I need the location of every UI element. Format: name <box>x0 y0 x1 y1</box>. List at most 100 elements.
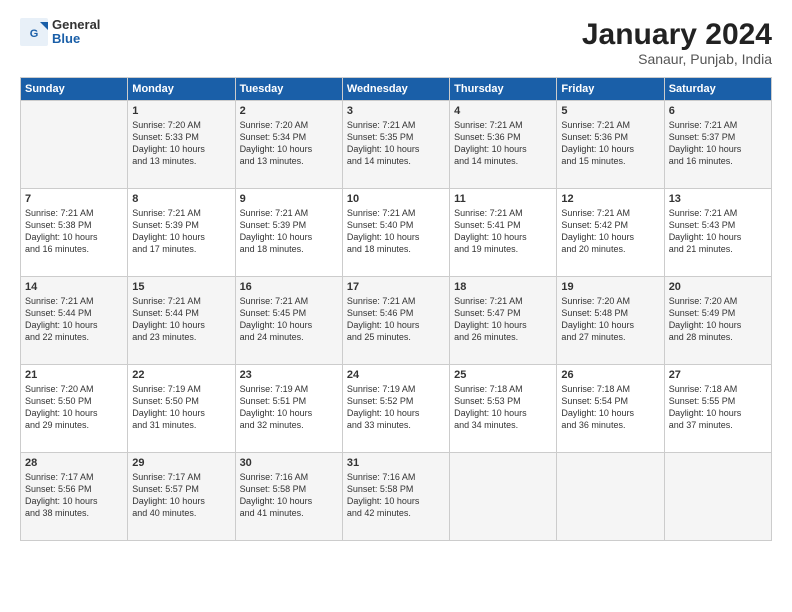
calendar-cell: 17 Sunrise: 7:21 AM Sunset: 5:46 PM Dayli… <box>342 277 449 365</box>
cell-content: Sunrise: 7:21 AM Sunset: 5:36 PM Dayligh… <box>561 119 659 168</box>
calendar-table: SundayMondayTuesdayWednesdayThursdayFrid… <box>20 77 772 541</box>
page: G General Blue January 2024 Sanaur, Punj… <box>0 0 792 612</box>
calendar-cell <box>450 453 557 541</box>
header-sunday: Sunday <box>21 78 128 101</box>
header: G General Blue January 2024 Sanaur, Punj… <box>20 18 772 67</box>
day-number: 12 <box>561 193 659 205</box>
cell-content: Sunrise: 7:21 AM Sunset: 5:37 PM Dayligh… <box>669 119 767 168</box>
calendar-cell: 1Sunrise: 7:20 AM Sunset: 5:33 PM Daylig… <box>128 101 235 189</box>
cell-content: Sunrise: 7:17 AM Sunset: 5:56 PM Dayligh… <box>25 471 123 520</box>
cell-content: Sunrise: 7:21 AM Sunset: 5:42 PM Dayligh… <box>561 207 659 256</box>
logo-icon: G <box>20 18 48 46</box>
header-thursday: Thursday <box>450 78 557 101</box>
calendar-cell: 25 Sunrise: 7:18 AM Sunset: 5:53 PM Dayli… <box>450 365 557 453</box>
cell-content: Sunrise: 7:21 AM Sunset: 5:36 PM Dayligh… <box>454 119 552 168</box>
day-number: 6 <box>669 105 767 117</box>
day-number: 14 <box>25 281 123 293</box>
calendar-cell: 18 Sunrise: 7:21 AM Sunset: 5:47 PM Dayli… <box>450 277 557 365</box>
day-number: 22 <box>132 369 230 381</box>
cell-content: Sunrise: 7:20 AM Sunset: 5:50 PM Dayligh… <box>25 383 123 432</box>
calendar-cell: 29 Sunrise: 7:17 AM Sunset: 5:57 PM Dayli… <box>128 453 235 541</box>
header-tuesday: Tuesday <box>235 78 342 101</box>
day-number: 29 <box>132 457 230 469</box>
day-number: 4 <box>454 105 552 117</box>
calendar-cell: 28 Sunrise: 7:17 AM Sunset: 5:56 PM Dayli… <box>21 453 128 541</box>
week-row-3: 21 Sunrise: 7:20 AM Sunset: 5:50 PM Dayli… <box>21 365 772 453</box>
header-wednesday: Wednesday <box>342 78 449 101</box>
day-number: 27 <box>669 369 767 381</box>
cell-content: Sunrise: 7:21 AM Sunset: 5:46 PM Dayligh… <box>347 295 445 344</box>
calendar-cell: 14 Sunrise: 7:21 AM Sunset: 5:44 PM Dayli… <box>21 277 128 365</box>
header-saturday: Saturday <box>664 78 771 101</box>
cell-content: Sunrise: 7:16 AM Sunset: 5:58 PM Dayligh… <box>240 471 338 520</box>
svg-text:G: G <box>30 28 39 40</box>
day-number: 9 <box>240 193 338 205</box>
calendar-cell: 20 Sunrise: 7:20 AM Sunset: 5:49 PM Dayli… <box>664 277 771 365</box>
day-number: 5 <box>561 105 659 117</box>
calendar-cell: 19Sunrise: 7:20 AM Sunset: 5:48 PM Dayli… <box>557 277 664 365</box>
week-row-0: 1Sunrise: 7:20 AM Sunset: 5:33 PM Daylig… <box>21 101 772 189</box>
cell-content: Sunrise: 7:21 AM Sunset: 5:35 PM Dayligh… <box>347 119 445 168</box>
week-row-2: 14 Sunrise: 7:21 AM Sunset: 5:44 PM Dayli… <box>21 277 772 365</box>
day-number: 18 <box>454 281 552 293</box>
calendar-cell <box>21 101 128 189</box>
week-row-4: 28 Sunrise: 7:17 AM Sunset: 5:56 PM Dayli… <box>21 453 772 541</box>
title-block: January 2024 Sanaur, Punjab, India <box>582 18 772 67</box>
cell-content: Sunrise: 7:21 AM Sunset: 5:38 PM Dayligh… <box>25 207 123 256</box>
day-number: 2 <box>240 105 338 117</box>
cell-content: Sunrise: 7:20 AM Sunset: 5:49 PM Dayligh… <box>669 295 767 344</box>
calendar-cell: 30Sunrise: 7:16 AM Sunset: 5:58 PM Dayli… <box>235 453 342 541</box>
calendar-cell: 10 Sunrise: 7:21 AM Sunset: 5:40 PM Dayli… <box>342 189 449 277</box>
cell-content: Sunrise: 7:21 AM Sunset: 5:40 PM Dayligh… <box>347 207 445 256</box>
cell-content: Sunrise: 7:21 AM Sunset: 5:44 PM Dayligh… <box>25 295 123 344</box>
header-friday: Friday <box>557 78 664 101</box>
day-number: 3 <box>347 105 445 117</box>
logo-line1: General <box>52 18 100 32</box>
cell-content: Sunrise: 7:21 AM Sunset: 5:43 PM Dayligh… <box>669 207 767 256</box>
calendar-cell <box>664 453 771 541</box>
calendar-cell: 6 Sunrise: 7:21 AM Sunset: 5:37 PM Daylig… <box>664 101 771 189</box>
calendar-cell: 22Sunrise: 7:19 AM Sunset: 5:50 PM Dayli… <box>128 365 235 453</box>
cell-content: Sunrise: 7:18 AM Sunset: 5:55 PM Dayligh… <box>669 383 767 432</box>
cell-content: Sunrise: 7:20 AM Sunset: 5:48 PM Dayligh… <box>561 295 659 344</box>
day-number: 16 <box>240 281 338 293</box>
header-row: SundayMondayTuesdayWednesdayThursdayFrid… <box>21 78 772 101</box>
day-number: 21 <box>25 369 123 381</box>
logo-line2: Blue <box>52 32 100 46</box>
cell-content: Sunrise: 7:21 AM Sunset: 5:41 PM Dayligh… <box>454 207 552 256</box>
calendar-cell: 9 Sunrise: 7:21 AM Sunset: 5:39 PM Daylig… <box>235 189 342 277</box>
cell-content: Sunrise: 7:18 AM Sunset: 5:53 PM Dayligh… <box>454 383 552 432</box>
calendar-cell: 26Sunrise: 7:18 AM Sunset: 5:54 PM Dayli… <box>557 365 664 453</box>
day-number: 25 <box>454 369 552 381</box>
calendar-cell: 2 Sunrise: 7:20 AM Sunset: 5:34 PM Daylig… <box>235 101 342 189</box>
cell-content: Sunrise: 7:19 AM Sunset: 5:52 PM Dayligh… <box>347 383 445 432</box>
day-number: 13 <box>669 193 767 205</box>
day-number: 15 <box>132 281 230 293</box>
day-number: 10 <box>347 193 445 205</box>
cell-content: Sunrise: 7:18 AM Sunset: 5:54 PM Dayligh… <box>561 383 659 432</box>
cell-content: Sunrise: 7:21 AM Sunset: 5:39 PM Dayligh… <box>240 207 338 256</box>
calendar-cell: 31Sunrise: 7:16 AM Sunset: 5:58 PM Dayli… <box>342 453 449 541</box>
calendar-cell: 8Sunrise: 7:21 AM Sunset: 5:39 PM Daylig… <box>128 189 235 277</box>
cell-content: Sunrise: 7:17 AM Sunset: 5:57 PM Dayligh… <box>132 471 230 520</box>
calendar-cell: 27 Sunrise: 7:18 AM Sunset: 5:55 PM Dayli… <box>664 365 771 453</box>
day-number: 23 <box>240 369 338 381</box>
week-row-1: 7 Sunrise: 7:21 AM Sunset: 5:38 PM Daylig… <box>21 189 772 277</box>
calendar-cell: 7 Sunrise: 7:21 AM Sunset: 5:38 PM Daylig… <box>21 189 128 277</box>
day-number: 28 <box>25 457 123 469</box>
day-number: 11 <box>454 193 552 205</box>
calendar-cell: 16Sunrise: 7:21 AM Sunset: 5:45 PM Dayli… <box>235 277 342 365</box>
calendar-cell: 21 Sunrise: 7:20 AM Sunset: 5:50 PM Dayli… <box>21 365 128 453</box>
day-number: 20 <box>669 281 767 293</box>
day-number: 24 <box>347 369 445 381</box>
day-number: 17 <box>347 281 445 293</box>
day-number: 31 <box>347 457 445 469</box>
cell-content: Sunrise: 7:20 AM Sunset: 5:34 PM Dayligh… <box>240 119 338 168</box>
calendar-cell: 11 Sunrise: 7:21 AM Sunset: 5:41 PM Dayli… <box>450 189 557 277</box>
cell-content: Sunrise: 7:21 AM Sunset: 5:47 PM Dayligh… <box>454 295 552 344</box>
location: Sanaur, Punjab, India <box>582 51 772 67</box>
calendar-cell: 3 Sunrise: 7:21 AM Sunset: 5:35 PM Daylig… <box>342 101 449 189</box>
calendar-cell: 12 Sunrise: 7:21 AM Sunset: 5:42 PM Dayli… <box>557 189 664 277</box>
calendar-cell: 23Sunrise: 7:19 AM Sunset: 5:51 PM Dayli… <box>235 365 342 453</box>
day-number: 7 <box>25 193 123 205</box>
